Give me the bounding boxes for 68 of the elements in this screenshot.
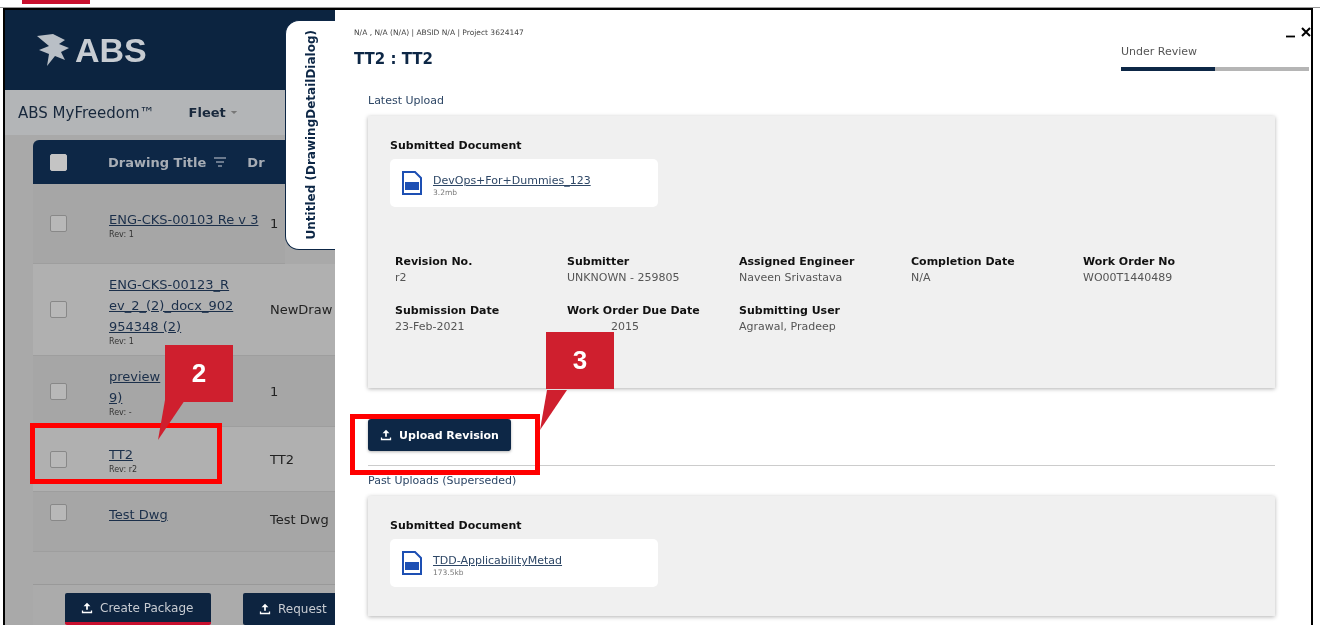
table-row[interactable]: TT2 Rev: r2 TT2 <box>33 427 335 492</box>
nav-menu[interactable]: Fleet <box>188 105 238 120</box>
section-heading: Past Uploads (Superseded) <box>368 474 518 487</box>
drawing-link[interactable]: 9) <box>109 386 123 408</box>
field-label: Submission Date <box>395 304 501 317</box>
upload-icon <box>259 603 271 615</box>
revision-label: Rev: 1 <box>109 229 135 239</box>
side-tab[interactable]: Untitled (DrawingDetailDialog) <box>285 20 335 250</box>
status-label: Under Review <box>1121 45 1198 58</box>
revision-label: Rev: - <box>109 407 133 417</box>
row-checkbox[interactable] <box>50 301 67 318</box>
callout-pointer <box>155 400 185 440</box>
drawing-link[interactable]: preview <box>109 365 161 387</box>
field-label: Revision No. <box>395 255 474 268</box>
field-value: UNKNOWN - 259805 <box>567 271 681 284</box>
filter-icon[interactable] <box>214 157 227 167</box>
table-row[interactable]: ENG-CKS-00123_R ev_2_(2)_docx_902 954348 (2) Rev: 1 NewDraw <box>33 264 335 356</box>
column-header[interactable]: Dr <box>247 154 265 170</box>
upload-icon <box>380 429 393 441</box>
revision-label: Rev: r2 <box>109 465 139 474</box>
field-value: WO00T1440489 <box>1083 271 1174 284</box>
close-icon[interactable] <box>1301 27 1311 37</box>
drawing-link[interactable]: ENG-CKS-00123_R ev_2_(2)_docx_902 954348 (2) <box>109 273 259 337</box>
section-heading: Latest Upload <box>368 94 446 107</box>
row-checkbox[interactable] <box>50 215 67 232</box>
field-value: 23-Feb-2021 <box>395 320 466 333</box>
field-value: 2015 <box>610 320 640 333</box>
section-label: Submitted Document <box>390 519 523 532</box>
row-checkbox[interactable] <box>50 382 67 400</box>
file-link[interactable]: TDD-ApplicabilityMetad <box>433 554 563 567</box>
field-label: Work Order Due Date <box>567 304 701 317</box>
table-cell: TT2 <box>270 451 294 467</box>
field-value: r2 <box>395 271 408 284</box>
field-label: Completion Date <box>911 255 1016 268</box>
field-value: Naveen Srivastava <box>739 271 844 284</box>
column-header[interactable]: Drawing Title <box>108 154 207 170</box>
table-cell: 1 <box>270 383 279 399</box>
table-cell: NewDraw <box>270 302 333 317</box>
callout-pointer <box>537 390 567 430</box>
upload-revision-button[interactable]: Upload Revision <box>368 419 511 451</box>
action-button[interactable]: Request <box>243 593 335 625</box>
pdf-file-icon <box>402 551 422 575</box>
field-value: N/A <box>911 271 932 284</box>
drawing-link[interactable]: TT2 <box>109 444 133 465</box>
pdf-file-icon <box>402 171 422 195</box>
field-label: Work Order No <box>1083 255 1176 268</box>
dialog-title: TT2 : TT2 <box>354 50 434 68</box>
section-label: Submitted Document <box>390 139 523 152</box>
select-all-checkbox[interactable] <box>50 153 67 171</box>
field-label: Submitting User <box>739 304 842 317</box>
row-checkbox[interactable] <box>50 450 67 468</box>
table-cell: Test Dwg <box>270 512 329 527</box>
callout-badge: 2 <box>165 345 233 402</box>
logo-text: ABS <box>75 30 147 70</box>
callout-badge: 3 <box>546 332 614 389</box>
row-checkbox[interactable] <box>50 504 67 521</box>
product-name: ABS MyFreedom™ <box>18 103 155 122</box>
field-value: Agrawal, Pradeep <box>739 320 837 333</box>
drawing-link[interactable]: Test Dwg <box>109 504 168 525</box>
upload-icon <box>81 601 93 614</box>
table-cell: 1 <box>270 216 279 231</box>
revision-label: Rev: 1 <box>109 336 135 346</box>
field-label: Submitter <box>567 255 631 268</box>
field-label: Assigned Engineer <box>739 255 856 268</box>
caret-icon <box>229 110 238 115</box>
action-button[interactable]: Create Package <box>65 593 211 625</box>
file-link[interactable]: DevOps+For+Dummies_123 <box>433 174 591 187</box>
drawing-link[interactable]: ENG-CKS-00103 Re v 3 <box>109 208 259 230</box>
